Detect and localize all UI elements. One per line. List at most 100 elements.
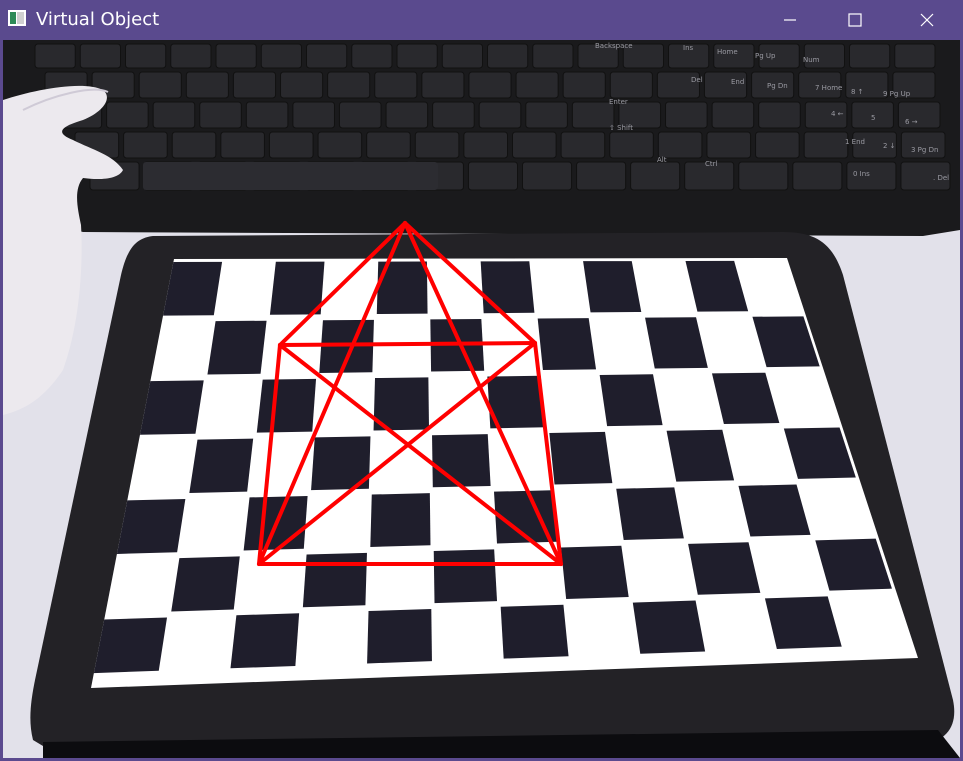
keyboard-key bbox=[421, 71, 465, 99]
keyboard-key bbox=[138, 71, 182, 99]
key-label: 0 Ins bbox=[853, 170, 870, 178]
chessboard-dark-square bbox=[171, 556, 240, 612]
chessboard-dark-square bbox=[230, 613, 300, 669]
key-label: 5 bbox=[871, 114, 875, 122]
chessboard-dark-square bbox=[370, 493, 431, 547]
chessboard-dark-square bbox=[139, 380, 204, 435]
keyboard-key bbox=[532, 43, 574, 69]
chessboard-dark-square bbox=[500, 604, 569, 659]
key-label: ⇧ Shift bbox=[609, 124, 633, 132]
keyboard-key bbox=[706, 131, 752, 159]
keyboard-key bbox=[396, 43, 438, 69]
minimize-button[interactable] bbox=[755, 0, 824, 40]
keyboard-key bbox=[170, 43, 212, 69]
keyboard-key bbox=[280, 71, 324, 99]
maximize-button[interactable] bbox=[820, 0, 889, 40]
keyboard-key bbox=[738, 161, 789, 191]
chessboard-dark-square bbox=[688, 542, 761, 595]
keyboard-key bbox=[571, 101, 615, 129]
keyboard-keys bbox=[34, 43, 951, 191]
chessboard-dark-square bbox=[163, 261, 223, 316]
key-label: 4 ← bbox=[831, 110, 844, 118]
chessboard-dark-square bbox=[367, 609, 432, 664]
keyboard-key bbox=[515, 71, 559, 99]
chessboard-dark-square bbox=[116, 498, 186, 554]
key-label: End bbox=[731, 78, 744, 86]
keyboard-key bbox=[374, 71, 418, 99]
chessboard-dark-square bbox=[616, 487, 684, 540]
chessboard-dark-square bbox=[93, 617, 168, 674]
keyboard-key bbox=[432, 101, 475, 129]
keyboard-key bbox=[414, 131, 460, 159]
window-title: Virtual Object bbox=[36, 9, 160, 30]
keyboard-key bbox=[522, 161, 573, 191]
keyboard-key bbox=[79, 43, 121, 69]
keyboard-key bbox=[260, 43, 302, 69]
keyboard-key bbox=[327, 71, 371, 99]
pyramid-base-top-edge bbox=[278, 341, 537, 347]
key-label: Num bbox=[803, 56, 820, 64]
keyboard-key bbox=[351, 43, 393, 69]
chessboard-dark-square bbox=[599, 374, 663, 427]
keyboard-key bbox=[171, 131, 217, 159]
keyboard-key bbox=[803, 131, 849, 159]
key-label: 8 ↑ bbox=[851, 88, 864, 96]
key-label: 1 End bbox=[845, 138, 865, 146]
app-window: Virtual Object Backspace Ins Home Pg Up Num D… bbox=[0, 0, 963, 761]
chessboard-dark-square bbox=[189, 438, 254, 493]
keyboard-key bbox=[609, 131, 654, 159]
key-label: 7 Home bbox=[815, 84, 842, 92]
keyboard-key bbox=[894, 43, 936, 69]
key-label: Alt bbox=[657, 156, 667, 164]
keyboard-key bbox=[292, 101, 335, 129]
keyboard-key bbox=[562, 71, 606, 99]
keyboard-key bbox=[441, 43, 483, 69]
key-label: Enter bbox=[609, 98, 628, 106]
keyboard-key bbox=[220, 131, 265, 159]
spacebar-key bbox=[143, 162, 438, 190]
keyboard-key bbox=[215, 43, 257, 69]
key-label: 9 Pg Up bbox=[883, 90, 911, 98]
chessboard-dark-square bbox=[256, 378, 317, 433]
keyboard-key bbox=[306, 43, 348, 69]
keyboard-key bbox=[338, 101, 382, 129]
keyboard-key bbox=[478, 101, 522, 129]
keyboard-key bbox=[125, 43, 167, 69]
keyboard-key bbox=[755, 131, 800, 159]
chessboard-dark-square bbox=[433, 549, 498, 604]
chessboard-dark-square bbox=[549, 431, 613, 485]
keyboard-key bbox=[106, 101, 149, 129]
keyboard-key bbox=[630, 161, 681, 191]
maximize-icon bbox=[847, 13, 862, 27]
camera-frame: Backspace Ins Home Pg Up Num Del End Pg Dn 7 Hom… bbox=[3, 40, 960, 758]
key-label: Pg Dn bbox=[767, 82, 788, 90]
keyboard-key bbox=[232, 71, 277, 99]
key-label: 6 → bbox=[905, 118, 918, 126]
key-label: Ins bbox=[683, 44, 694, 52]
keyboard-key bbox=[711, 101, 755, 129]
keyboard-key bbox=[463, 131, 508, 159]
keyboard-key bbox=[758, 101, 801, 129]
key-label: Backspace bbox=[595, 42, 633, 50]
keyboard-key bbox=[366, 131, 411, 159]
keyboard-key bbox=[657, 131, 703, 159]
keyboard-key bbox=[512, 131, 557, 159]
keyboard: Backspace Ins Home Pg Up Num Del End Pg Dn 7 Hom… bbox=[3, 40, 960, 236]
keyboard-key bbox=[152, 101, 196, 129]
keyboard-key bbox=[609, 71, 653, 99]
camera-viewport[interactable]: Backspace Ins Home Pg Up Num Del End Pg Dn 7 Hom… bbox=[3, 40, 960, 758]
keyboard-key bbox=[849, 43, 891, 69]
close-button[interactable] bbox=[892, 0, 961, 40]
key-label: Del bbox=[691, 76, 703, 84]
keyboard-key bbox=[525, 101, 568, 129]
key-label: 3 Pg Dn bbox=[911, 146, 938, 154]
minimize-icon bbox=[783, 19, 796, 21]
keyboard-key bbox=[34, 43, 76, 69]
title-bar[interactable]: Virtual Object bbox=[0, 0, 963, 40]
keyboard-key bbox=[245, 101, 289, 129]
chessboard-dark-square bbox=[480, 261, 535, 314]
keyboard-key bbox=[487, 43, 529, 69]
close-icon bbox=[920, 13, 933, 27]
keyboard-key bbox=[185, 71, 229, 99]
keyboard-key bbox=[900, 131, 946, 159]
